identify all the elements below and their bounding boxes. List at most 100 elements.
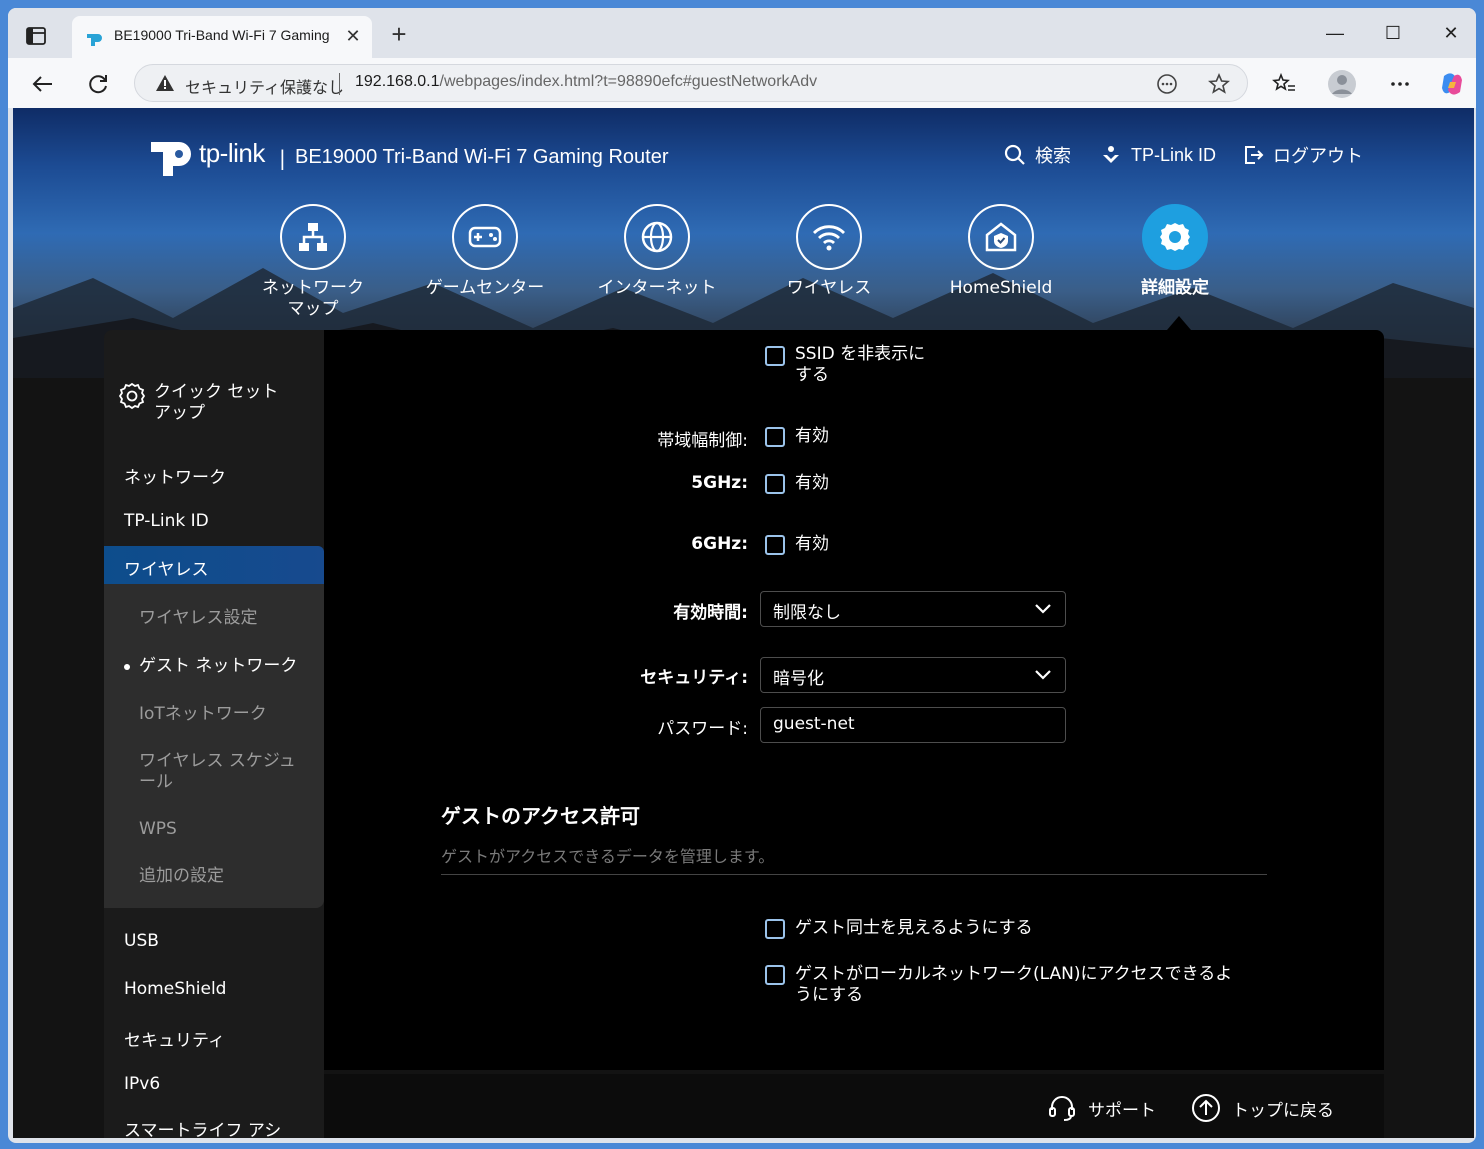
chevron-down-icon — [1035, 670, 1051, 680]
tab-strip: BE19000 Tri-Band Wi-Fi 7 Gaming ✕ + — ☐ … — [8, 8, 1476, 58]
back-to-top-label: トップに戻る — [1232, 1100, 1334, 1121]
password-label: パスワード: — [657, 719, 748, 739]
reload-icon[interactable] — [82, 68, 114, 100]
hide-ssid-checkbox[interactable] — [765, 346, 785, 366]
nav-label-internet: インターネット — [597, 278, 717, 298]
ghz6-label: 6GHz: — [691, 534, 748, 554]
tab-close-icon[interactable]: ✕ — [342, 26, 364, 48]
search-label: 検索 — [1035, 146, 1071, 166]
arrow-up-circle-icon — [1192, 1094, 1220, 1122]
search-icon — [1004, 144, 1025, 165]
favorites-icon[interactable] — [1268, 68, 1300, 100]
guest-access-description: ゲストがアクセスできるデータを管理します。 — [441, 847, 775, 866]
sidebar-item-quick-setup[interactable]: クイック セット アップ — [104, 382, 324, 424]
tplink-id-label: TP-Link ID — [1131, 144, 1217, 165]
security-value: 暗号化 — [773, 669, 824, 689]
submenu-wireless-schedule[interactable]: ワイヤレス スケジュ ール — [139, 751, 309, 793]
more-menu-icon[interactable] — [1384, 68, 1416, 100]
logo-text: tp-link — [199, 138, 265, 168]
active-time-value: 制限なし — [773, 603, 841, 623]
nav-wireless[interactable]: ワイヤレス — [749, 204, 909, 299]
close-window-button[interactable]: ✕ — [1436, 20, 1466, 46]
bandwidth-checkbox[interactable] — [765, 427, 785, 447]
ghz5-checkbox[interactable] — [765, 474, 785, 494]
browser-tab[interactable]: BE19000 Tri-Band Wi-Fi 7 Gaming ✕ — [72, 16, 372, 58]
chevron-down-icon — [1035, 604, 1051, 614]
submenu-guest-network[interactable]: ゲスト ネットワーク — [139, 656, 309, 677]
warning-icon[interactable] — [155, 73, 175, 93]
submenu-additional-settings[interactable]: 追加の設定 — [139, 866, 309, 887]
hide-ssid-label: SSID を非表示に する — [795, 344, 926, 385]
guests-see-each-other-checkbox[interactable] — [765, 919, 785, 939]
back-arrow-icon[interactable] — [26, 68, 58, 100]
logout-icon — [1245, 146, 1264, 164]
tab-actions-icon[interactable] — [22, 22, 50, 50]
nav-game-center[interactable]: ゲームセンター — [405, 204, 565, 299]
nav-label-network-map: ネットワーク マップ — [262, 278, 364, 319]
current-item-dot — [124, 664, 130, 670]
security-select[interactable]: 暗号化 — [760, 657, 1066, 693]
tplink-id-link[interactable]: TP-Link ID — [1099, 142, 1216, 168]
ghz5-enable-label: 有効 — [795, 473, 829, 493]
maximize-button[interactable]: ☐ — [1378, 20, 1408, 46]
guest-access-title: ゲストのアクセス許可 — [441, 804, 640, 828]
nav-network-map[interactable]: ネットワーク マップ — [233, 204, 393, 320]
url-host: 192.168.0.1 — [355, 73, 440, 90]
submenu-wps[interactable]: WPS — [139, 819, 309, 840]
password-input[interactable]: guest-net — [760, 707, 1066, 743]
ghz6-enable-label: 有効 — [795, 534, 829, 554]
browser-window: BE19000 Tri-Band Wi-Fi 7 Gaming ✕ + — ☐ … — [8, 8, 1476, 1143]
nav-label-wireless: ワイヤレス — [786, 278, 872, 298]
nav-advanced[interactable]: 詳細設定 — [1095, 204, 1255, 299]
section-divider — [441, 874, 1267, 875]
nav-internet[interactable]: インターネット — [577, 204, 737, 299]
security-label: セキュリティ: — [640, 668, 748, 688]
guests-see-each-other-label: ゲスト同士を見えるようにする — [795, 918, 1033, 938]
browser-toolbar: セキュリティ保護なし 192.168.0.1/webpages/index.ht… — [8, 58, 1476, 108]
nav-label-advanced: 詳細設定 — [1141, 278, 1209, 298]
minimize-button[interactable]: — — [1320, 20, 1350, 46]
sidebar-item-homeshield[interactable]: HomeShield — [104, 979, 324, 999]
sidebar-item-usb[interactable]: USB — [104, 931, 324, 951]
sidebar-item-smart-life[interactable]: スマートライフ アシ スタント — [104, 1121, 324, 1138]
security-status[interactable]: セキュリティ保護なし — [185, 74, 344, 98]
active-time-label: 有効時間: — [673, 603, 748, 623]
sidebar-item-network[interactable]: ネットワーク — [104, 463, 324, 488]
logout-label: ログアウト — [1273, 146, 1363, 166]
favorite-star-icon[interactable] — [1207, 72, 1231, 96]
sidebar-item-security[interactable]: セキュリティ — [104, 1026, 324, 1051]
ghz5-label: 5GHz: — [691, 473, 748, 493]
tplink-id-icon — [1103, 146, 1119, 163]
quick-setup-label: クイック セット アップ — [154, 382, 279, 423]
guests-access-lan-checkbox[interactable] — [765, 965, 785, 985]
logout-link[interactable]: ログアウト — [1241, 142, 1363, 168]
submenu-iot-network[interactable]: IoTネットワーク — [139, 704, 309, 725]
url-text[interactable]: 192.168.0.1/webpages/index.html?t=98890e… — [355, 73, 817, 91]
bandwidth-label: 帯域幅制御: — [657, 431, 748, 451]
wifi-icon — [796, 204, 862, 270]
password-value: guest-net — [773, 714, 855, 734]
network-map-icon — [280, 204, 346, 270]
url-path: /webpages/index.html?t=98890efc#guestNet… — [439, 73, 818, 90]
new-tab-button[interactable]: + — [386, 21, 412, 48]
ghz6-checkbox[interactable] — [765, 535, 785, 555]
sidebar-item-tplink-id[interactable]: TP-Link ID — [104, 511, 324, 531]
support-link[interactable]: サポート — [1046, 1092, 1156, 1124]
submenu-wireless-settings[interactable]: ワイヤレス設定 — [139, 608, 309, 629]
sidebar-item-ipv6[interactable]: IPv6 — [104, 1074, 324, 1094]
bandwidth-enable-label: 有効 — [795, 426, 829, 446]
address-bar[interactable]: セキュリティ保護なし 192.168.0.1/webpages/index.ht… — [134, 64, 1248, 102]
home-shield-icon — [968, 204, 1034, 270]
page-actions-icon[interactable] — [1155, 72, 1179, 96]
header-separator: | — [279, 146, 286, 170]
profile-avatar-icon[interactable] — [1326, 68, 1358, 100]
active-nav-indicator — [1167, 316, 1191, 330]
search-link[interactable]: 検索 — [1003, 142, 1071, 168]
gear-icon — [1142, 204, 1208, 270]
copilot-icon[interactable] — [1436, 68, 1468, 100]
active-time-select[interactable]: 制限なし — [760, 591, 1066, 627]
nav-homeshield[interactable]: HomeShield — [921, 204, 1081, 299]
nav-label-game-center: ゲームセンター — [425, 278, 545, 298]
back-to-top-link[interactable]: トップに戻る — [1190, 1092, 1334, 1124]
main-content: SSID を非表示に する 帯域幅制御: 有効 5GHz: 有効 6GHz: 有… — [324, 330, 1384, 1070]
